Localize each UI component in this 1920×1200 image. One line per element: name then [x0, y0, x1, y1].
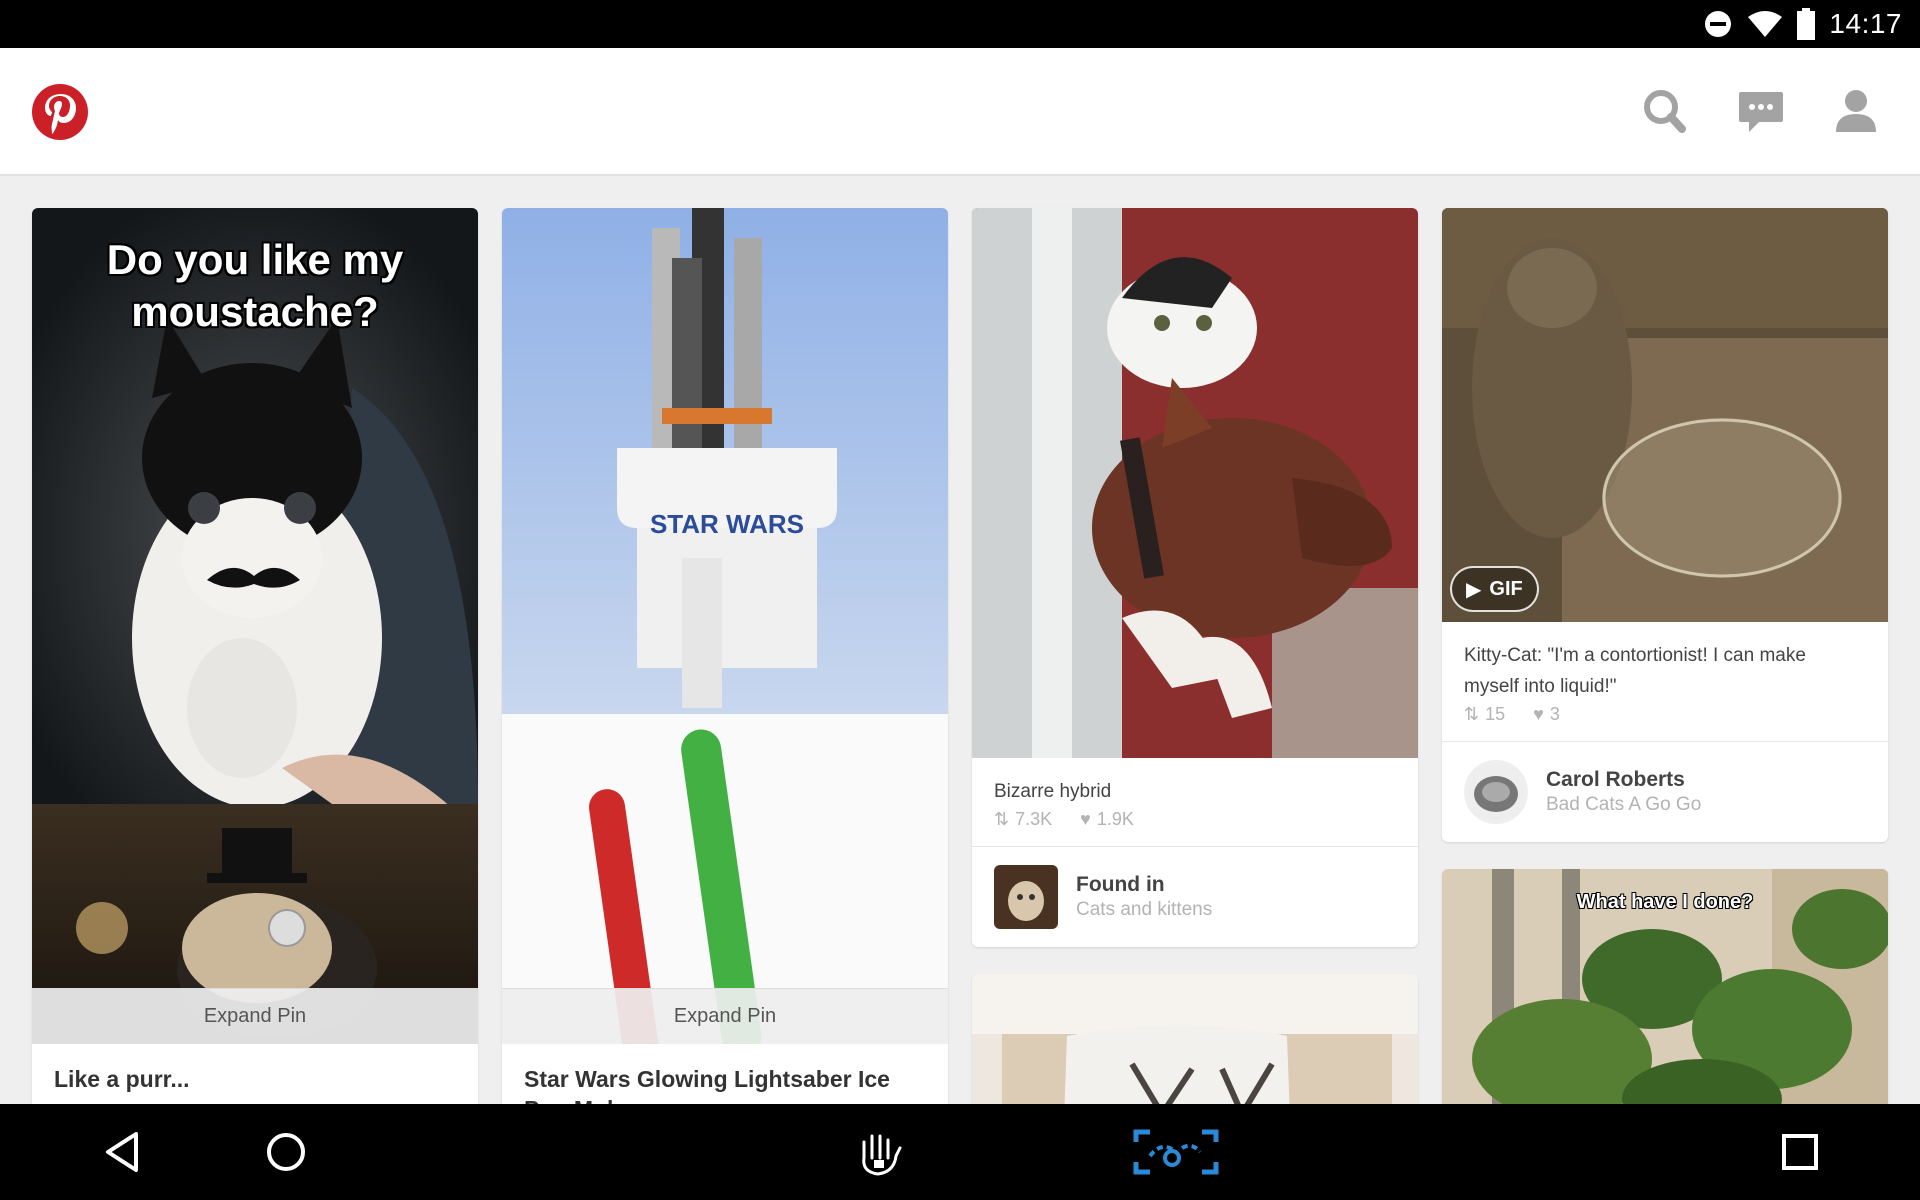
pin-stats: ⇅ 15 ♥ 3 — [1442, 702, 1888, 741]
pin-image[interactable]: What have I done? — [1442, 869, 1888, 1104]
status-icons: 14:17 — [1703, 0, 1902, 48]
pin-image[interactable]: STAR WARS Expand Pin — [502, 208, 948, 1044]
like-count: 3 — [1549, 704, 1560, 724]
found-in-board[interactable]: Found in Cats and kittens — [972, 846, 1418, 947]
back-icon[interactable] — [100, 1128, 144, 1176]
heart-icon: ♥ — [1533, 704, 1544, 724]
pinner-avatar — [1464, 760, 1528, 824]
meme-caption: Do you like my moustache? — [106, 236, 404, 335]
heart-icon: ♥ — [1080, 809, 1091, 829]
status-bar: 14:17 — [0, 0, 1920, 48]
meme-caption: What have I done? — [1576, 891, 1754, 913]
profile-icon[interactable] — [1832, 86, 1880, 138]
pin-title: Star Wars Glowing Lightsaber Ice Pop Mol — [524, 1066, 890, 1104]
messages-icon[interactable] — [1737, 86, 1785, 138]
expand-pin-button[interactable]: Expand Pin — [32, 988, 478, 1044]
pinner-info[interactable]: Carol Roberts Bad Cats A Go Go — [1442, 741, 1888, 842]
pin-description: Kitty-Cat: "I'm a contortionist! I can m… — [1464, 645, 1806, 697]
found-in-label: Found in — [1076, 873, 1165, 896]
gif-label: GIF — [1489, 577, 1523, 600]
pin-stats: ⇅ 7.3K ♥ 1.9K — [972, 807, 1418, 846]
pinterest-logo[interactable] — [31, 83, 89, 141]
cat-and-dog-photo — [972, 208, 1418, 758]
app-header — [0, 48, 1920, 176]
pin-card[interactable]: STAR WARS Expand Pin Star Wars Glowing L… — [502, 208, 948, 1104]
repin-icon: ⇅ — [1464, 704, 1480, 724]
board-name: Bad Cats A Go Go — [1546, 794, 1702, 815]
status-time: 14:17 — [1829, 8, 1902, 39]
pin-card[interactable]: Bizarre hybrid ⇅ 7.3K ♥ 1.9K Found in Ca… — [972, 208, 1418, 947]
wifi-icon — [1748, 11, 1783, 37]
pin-column-2: STAR WARS Expand Pin Star Wars Glowing L… — [502, 208, 948, 1104]
pin-card[interactable] — [972, 974, 1418, 1104]
antler-pillow-photo — [972, 974, 1418, 1104]
pin-description: Bizarre hybrid — [994, 781, 1112, 802]
accessibility-icon[interactable] — [850, 1128, 910, 1176]
pin-column-3: Bizarre hybrid ⇅ 7.3K ♥ 1.9K Found in Ca… — [972, 208, 1418, 1104]
board-thumbnail — [994, 865, 1058, 929]
pin-image[interactable] — [972, 974, 1418, 1104]
pin-title: Like a purr... — [54, 1066, 190, 1092]
play-icon: ▶ — [1466, 578, 1482, 601]
pin-card[interactable]: ▶ GIF Kitty-Cat: "I'm a contortionist! I… — [1442, 208, 1888, 842]
system-nav-bar — [0, 1104, 1920, 1200]
pin-image[interactable] — [972, 208, 1418, 758]
battery-icon — [1797, 8, 1816, 40]
pin-image[interactable]: ▶ GIF — [1442, 208, 1888, 622]
board-name: Cats and kittens — [1076, 899, 1213, 920]
gif-badge[interactable]: ▶ GIF — [1450, 566, 1539, 612]
home-icon[interactable] — [262, 1128, 310, 1176]
expand-pin-button[interactable]: Expand Pin — [502, 988, 948, 1044]
repin-icon: ⇅ — [994, 809, 1010, 829]
cat-and-bowl-photo — [1442, 208, 1888, 622]
lightsaber-ice-pop-photo: STAR WARS — [502, 208, 948, 1044]
screen-capture-icon[interactable] — [1132, 1128, 1220, 1176]
star-wars-logo: STAR WARS — [650, 509, 804, 539]
pin-card[interactable]: What have I done? — [1442, 869, 1888, 1104]
pin-column-1: Do you like my moustache? Expand Pin Lik… — [32, 208, 478, 1104]
like-count: 1.9K — [1096, 809, 1134, 829]
pin-card[interactable]: Do you like my moustache? Expand Pin Lik… — [32, 208, 478, 1104]
do-not-disturb-icon — [1705, 11, 1732, 37]
repin-count: 15 — [1485, 704, 1506, 724]
recents-icon[interactable] — [1780, 1128, 1820, 1176]
search-icon[interactable] — [1640, 86, 1688, 138]
repin-count: 7.3K — [1015, 809, 1053, 829]
pinner-name: Carol Roberts — [1546, 768, 1685, 791]
pin-image[interactable]: Do you like my moustache? Expand Pin — [32, 208, 478, 1044]
pin-feed[interactable]: Do you like my moustache? Expand Pin Lik… — [0, 176, 1920, 1104]
pin-column-4: ▶ GIF Kitty-Cat: "I'm a contortionist! I… — [1442, 208, 1888, 1104]
